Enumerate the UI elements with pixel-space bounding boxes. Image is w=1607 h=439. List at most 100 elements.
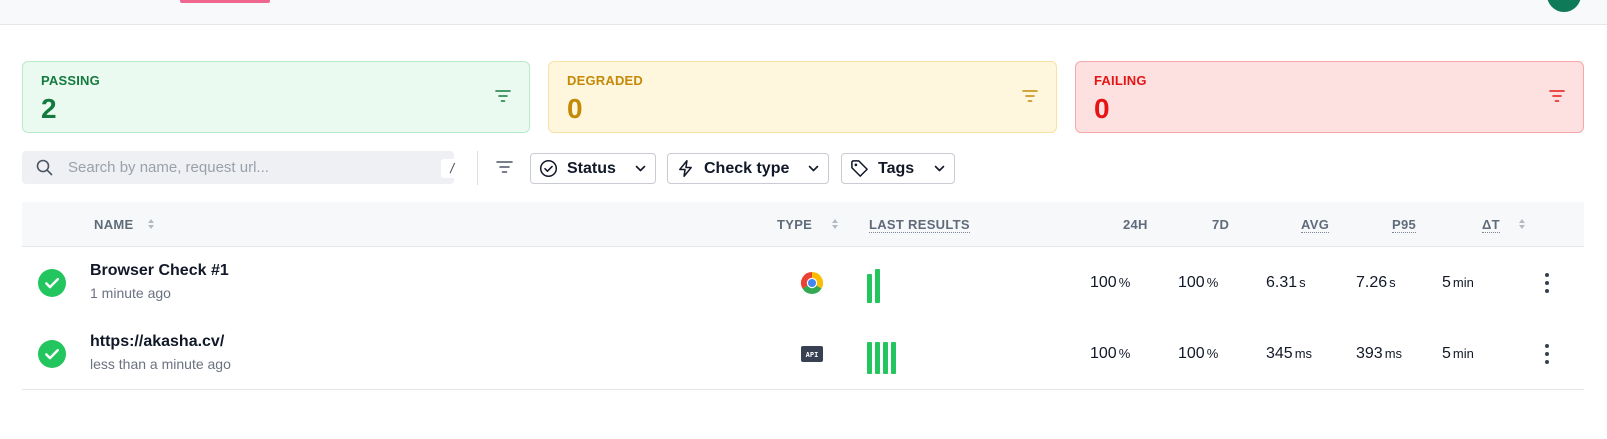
check-frequency: 5 min <box>1442 345 1474 363</box>
failing-label: FAILING <box>1094 73 1147 88</box>
degraded-label: DEGRADED <box>567 73 643 88</box>
check-name[interactable]: Browser Check #1 <box>90 262 229 280</box>
tag-icon <box>851 160 868 177</box>
p95-response: 393 ms <box>1356 345 1402 363</box>
uptime-24h: 100% <box>1090 345 1130 363</box>
table-row[interactable]: https://akasha.cv/ less than a minute ag… <box>22 318 1584 390</box>
check-name[interactable]: https://akasha.cv/ <box>90 333 224 351</box>
sort-icon[interactable] <box>1518 218 1526 230</box>
column-header-avg: AVG <box>1301 217 1330 233</box>
column-header-7d: 7D <box>1212 217 1230 232</box>
lightning-icon <box>679 159 692 178</box>
degraded-count: 0 <box>567 93 583 124</box>
api-icon-label: API <box>806 351 819 359</box>
passing-count: 2 <box>41 93 57 124</box>
chevron-down-icon <box>635 165 646 172</box>
check-frequency-unit: min <box>1452 275 1474 290</box>
check-frequency-unit: min <box>1452 346 1474 361</box>
tags-filter-button[interactable]: Tags <box>841 153 955 184</box>
more-options-icon[interactable] <box>1544 272 1550 294</box>
check-type-filter-button[interactable]: Check type <box>667 153 829 184</box>
uptime-24h-unit: % <box>1118 346 1131 361</box>
column-header-delta-t-text: ΔT <box>1482 217 1500 233</box>
search-icon <box>36 159 53 176</box>
uptime-7d: 100% <box>1178 274 1218 292</box>
avg-response: 6.31 s <box>1266 274 1306 292</box>
check-frequency-value: 5 <box>1442 345 1451 362</box>
filter-icon[interactable] <box>496 160 513 174</box>
avg-response-value: 345 <box>1266 345 1293 362</box>
uptime-24h-value: 100 <box>1090 274 1117 291</box>
nav-badge[interactable] <box>180 0 270 3</box>
uptime-24h: 100% <box>1090 274 1130 292</box>
check-frequency-value: 5 <box>1442 274 1451 291</box>
passing-summary-card[interactable]: PASSING 2 <box>22 61 530 133</box>
p95-response-value: 393 <box>1356 345 1383 362</box>
check-frequency: 5 min <box>1442 274 1474 292</box>
column-header-avg-text: AVG <box>1301 217 1330 233</box>
result-bar[interactable] <box>883 342 888 374</box>
last-results-bars <box>867 269 880 303</box>
column-header-p95-text: P95 <box>1392 217 1417 233</box>
sort-icon[interactable] <box>831 218 839 230</box>
top-navigation-bar <box>0 0 1607 25</box>
column-header-name[interactable]: NAME <box>94 217 133 232</box>
chevron-down-icon <box>934 165 945 172</box>
p95-response: 7.26 s <box>1356 274 1396 292</box>
avg-response-unit: ms <box>1294 346 1313 361</box>
search-box[interactable]: / <box>22 151 464 184</box>
result-bar[interactable] <box>875 269 880 303</box>
uptime-7d-value: 100 <box>1178 345 1205 362</box>
column-header-last-results-text: LAST RESULTS <box>869 217 970 233</box>
last-results-bars <box>867 340 896 374</box>
chrome-icon <box>800 272 824 295</box>
more-options-icon[interactable] <box>1544 343 1550 365</box>
search-shortcut-key: / <box>441 159 464 178</box>
filter-icon[interactable] <box>1022 89 1038 103</box>
column-header-24h: 24H <box>1123 217 1148 232</box>
check-circle-icon <box>539 159 558 178</box>
passing-status-icon <box>38 269 66 297</box>
table-row[interactable]: Browser Check #1 1 minute ago 100% 100% … <box>22 247 1584 319</box>
degraded-summary-card[interactable]: DEGRADED 0 <box>548 61 1057 133</box>
p95-response-value: 7.26 <box>1356 274 1388 291</box>
chevron-down-icon <box>808 165 819 172</box>
uptime-7d-unit: % <box>1206 346 1219 361</box>
column-header-p95: P95 <box>1392 217 1417 233</box>
result-bar[interactable] <box>867 274 872 303</box>
uptime-24h-unit: % <box>1118 275 1131 290</box>
column-header-last-results: LAST RESULTS <box>869 217 970 233</box>
failing-count: 0 <box>1094 93 1110 124</box>
avg-response-unit: s <box>1299 275 1306 290</box>
uptime-24h-value: 100 <box>1090 345 1117 362</box>
tags-filter-label: Tags <box>878 159 915 177</box>
table-header: NAME TYPE LAST RESULTS 24H 7D AVG P95 ΔT <box>22 202 1584 247</box>
uptime-7d: 100% <box>1178 345 1218 363</box>
check-type-filter-label: Check type <box>704 159 790 177</box>
result-bar[interactable] <box>891 342 896 374</box>
column-header-delta-t[interactable]: ΔT <box>1482 217 1500 233</box>
sort-icon[interactable] <box>147 218 155 230</box>
search-input[interactable] <box>68 151 398 184</box>
p95-response-unit: s <box>1389 275 1396 290</box>
filter-icon[interactable] <box>1549 89 1565 103</box>
toolbar-divider <box>477 151 478 185</box>
uptime-7d-value: 100 <box>1178 274 1205 291</box>
check-last-run: 1 minute ago <box>90 285 171 301</box>
avg-response: 345 ms <box>1266 345 1312 363</box>
uptime-7d-unit: % <box>1206 275 1219 290</box>
passing-status-icon <box>38 340 66 368</box>
filter-icon[interactable] <box>495 89 511 103</box>
result-bar[interactable] <box>875 342 880 374</box>
column-header-type[interactable]: TYPE <box>777 217 812 232</box>
avg-response-value: 6.31 <box>1266 274 1298 291</box>
check-last-run: less than a minute ago <box>90 356 231 372</box>
status-filter-button[interactable]: Status <box>530 153 656 184</box>
p95-response-unit: ms <box>1384 346 1403 361</box>
user-avatar[interactable] <box>1547 0 1581 12</box>
result-bar[interactable] <box>867 342 872 374</box>
api-icon: API <box>801 346 823 362</box>
passing-label: PASSING <box>41 73 100 88</box>
failing-summary-card[interactable]: FAILING 0 <box>1075 61 1584 133</box>
status-filter-label: Status <box>567 159 616 177</box>
